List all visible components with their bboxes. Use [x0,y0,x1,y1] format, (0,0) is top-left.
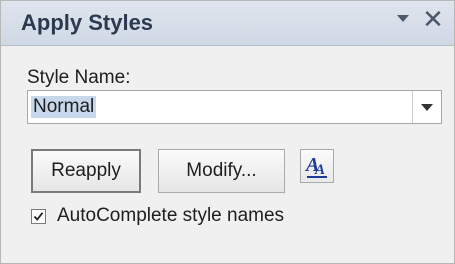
svg-text:A: A [314,162,325,178]
pane-title: Apply Styles [21,10,154,35]
style-name-combobox[interactable]: Normal [27,90,442,124]
close-icon[interactable]: ✕ [421,6,445,32]
apply-styles-pane: Apply Styles ✕ Style Name: Normal Reappl… [0,0,455,264]
chevron-down-icon [421,104,433,111]
style-inspector-icon: A A [304,154,327,178]
pane-options-chevron-down-icon[interactable] [397,15,409,22]
pane-title-bar[interactable]: Apply Styles ✕ [1,1,454,46]
autocomplete-label[interactable]: AutoComplete style names [57,205,284,227]
autocomplete-checkbox[interactable] [31,209,46,224]
modify-button[interactable]: Modify... [158,149,285,193]
checkmark-icon [33,212,44,221]
style-name-dropdown-button[interactable] [412,91,441,123]
style-name-input[interactable]: Normal [31,96,97,118]
reapply-button[interactable]: Reapply [31,149,141,193]
style-inspector-button[interactable]: A A [300,149,334,183]
style-name-label: Style Name: [27,67,131,88]
